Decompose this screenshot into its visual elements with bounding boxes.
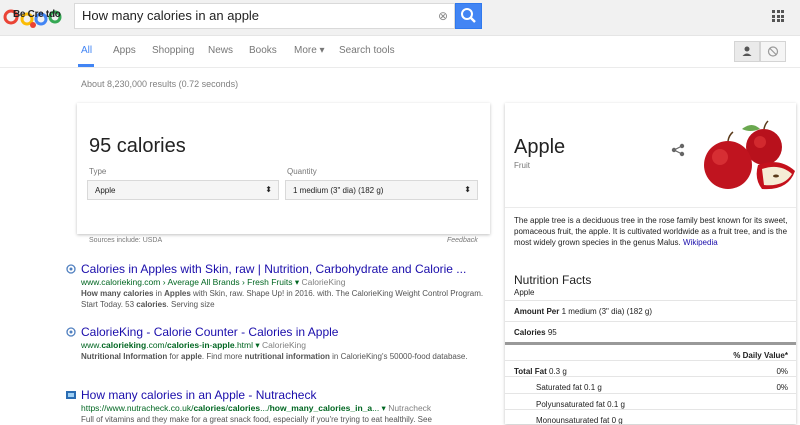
result-snippet: Full of vitamins and they make for a gre… [81, 415, 432, 424]
kp-title: Apple [514, 136, 566, 158]
tab-more[interactable]: More ▾ [294, 45, 325, 56]
result-source: Nutracheck [388, 403, 432, 413]
globe-icon [767, 46, 779, 57]
result-source: CalorieKing [301, 277, 346, 287]
kp-description: The apple tree is a deciduous tree in th… [514, 215, 790, 248]
search-button[interactable] [455, 3, 482, 29]
search-icon [461, 8, 476, 23]
tab-shopping[interactable]: Shopping [152, 45, 194, 56]
quantity-label: Quantity [287, 167, 317, 176]
hide-personal-results-button[interactable] [760, 41, 786, 62]
quantity-select[interactable]: 1 medium (3" dia) (182 g) ⬍ [285, 180, 478, 200]
amount-label: Amount Per [514, 307, 560, 316]
tab-all[interactable]: All [81, 45, 92, 56]
apps-grid-icon[interactable] [772, 10, 784, 22]
tab-search-tools[interactable]: Search tools [339, 45, 395, 56]
nutrient-label: Total Fat [514, 367, 547, 376]
result-source: CalorieKing [262, 340, 306, 350]
top-bar: Be Cre tdo How many calories in an apple… [0, 0, 800, 36]
favicon-icon [66, 264, 76, 274]
type-select[interactable]: Apple ⬍ [87, 180, 279, 200]
result-url: www.calorieking.com/calories-in-apple.ht… [81, 340, 306, 351]
search-tabs: All Apps Shopping News Books More ▾ Sear… [0, 36, 800, 68]
tab-books[interactable]: Books [249, 45, 277, 56]
result-url: https://www.nutracheck.co.uk/calories/ca… [81, 403, 431, 414]
calories-row: Calories 95 [505, 321, 796, 342]
result-url: www.calorieking.com › Average All Brands… [81, 277, 345, 288]
feedback-link[interactable]: Feedback [447, 237, 478, 244]
personal-results-button[interactable] [734, 41, 760, 62]
tab-news[interactable]: News [208, 45, 233, 56]
nutrient-row: Monounsaturated fat 0 g [505, 409, 796, 424]
nutrient-value: 0 g [611, 416, 623, 424]
logo[interactable]: Be Cre tdo [3, 5, 65, 29]
kp-description-text: The apple tree is a deciduous tree in th… [514, 216, 788, 247]
nutrient-value: 0.1 g [584, 383, 602, 392]
calorie-value: 95 calories [89, 135, 186, 157]
nutrition-facts-title: Nutrition Facts [514, 273, 592, 287]
nutrient-value: 0.3 g [548, 367, 567, 376]
calories-label: Calories [514, 328, 546, 337]
result-stats: About 8,230,000 results (0.72 seconds) [81, 79, 239, 89]
nutrient-label: Saturated fat [536, 383, 582, 392]
tab-apps[interactable]: Apps [113, 45, 136, 56]
nutrition-facts-subtitle: Apple [514, 288, 535, 297]
result-title-link[interactable]: Calories in Apples with Skin, raw | Nutr… [81, 262, 466, 276]
logo-text: Be Cre tdo [13, 9, 61, 20]
nutrient-label: Polyunsaturated fat [536, 400, 605, 409]
kp-subtitle: Fruit [514, 161, 530, 170]
nutrient-label: Monounsaturated fat [536, 416, 610, 424]
result-url-text[interactable]: https://www.nutracheck.co.uk/calories/ca… [81, 403, 386, 413]
select-arrows-icon: ⬍ [265, 185, 272, 194]
divider [505, 207, 796, 208]
daily-value-header: % Daily Value* [733, 351, 788, 360]
nutrient-dv: 0% [776, 367, 788, 376]
person-icon [742, 46, 752, 56]
favicon-icon [66, 327, 76, 337]
search-query[interactable]: How many calories in an apple [82, 8, 259, 23]
type-select-value: Apple [95, 186, 116, 195]
nutrient-dv: 0% [776, 383, 788, 392]
knowledge-panel: Apple Fruit The apple tree is a deciduou… [505, 103, 796, 424]
share-icon[interactable] [671, 143, 685, 157]
clear-icon[interactable]: ⊗ [438, 9, 448, 23]
calories-value: 95 [547, 328, 557, 337]
amount-value: 1 medium (3" dia) (182 g) [561, 307, 653, 316]
active-tab-indicator [78, 64, 94, 67]
sources-note: Sources include: USDA [89, 237, 163, 244]
amount-per-row: Amount Per 1 medium (3" dia) (182 g) [505, 300, 796, 321]
favicon-icon [66, 391, 76, 399]
result-title-link[interactable]: CalorieKing - Calorie Counter - Calories… [81, 325, 338, 339]
calorie-answer-card: 95 calories Type Quantity Apple ⬍ 1 medi… [77, 103, 490, 234]
result-url-text[interactable]: www.calorieking.com › Average All Brands… [81, 277, 299, 287]
result-snippet: How many calories in Apples with Skin, r… [81, 289, 484, 309]
nutrient-value: 0.1 g [607, 400, 625, 409]
search-input[interactable]: How many calories in an apple ⊗ [74, 3, 455, 29]
select-arrows-icon: ⬍ [464, 185, 471, 194]
result-snippet: Nutritional Information for apple. Find … [81, 352, 468, 361]
apple-image-icon[interactable] [700, 119, 796, 197]
result-title-link[interactable]: How many calories in an Apple - Nutrache… [81, 388, 316, 402]
quantity-select-value: 1 medium (3" dia) (182 g) [293, 186, 384, 195]
wikipedia-link[interactable]: Wikipedia [683, 238, 718, 247]
result-url-text[interactable]: www.calorieking.com/calories-in-apple.ht… [81, 340, 260, 350]
type-label: Type [89, 167, 107, 176]
